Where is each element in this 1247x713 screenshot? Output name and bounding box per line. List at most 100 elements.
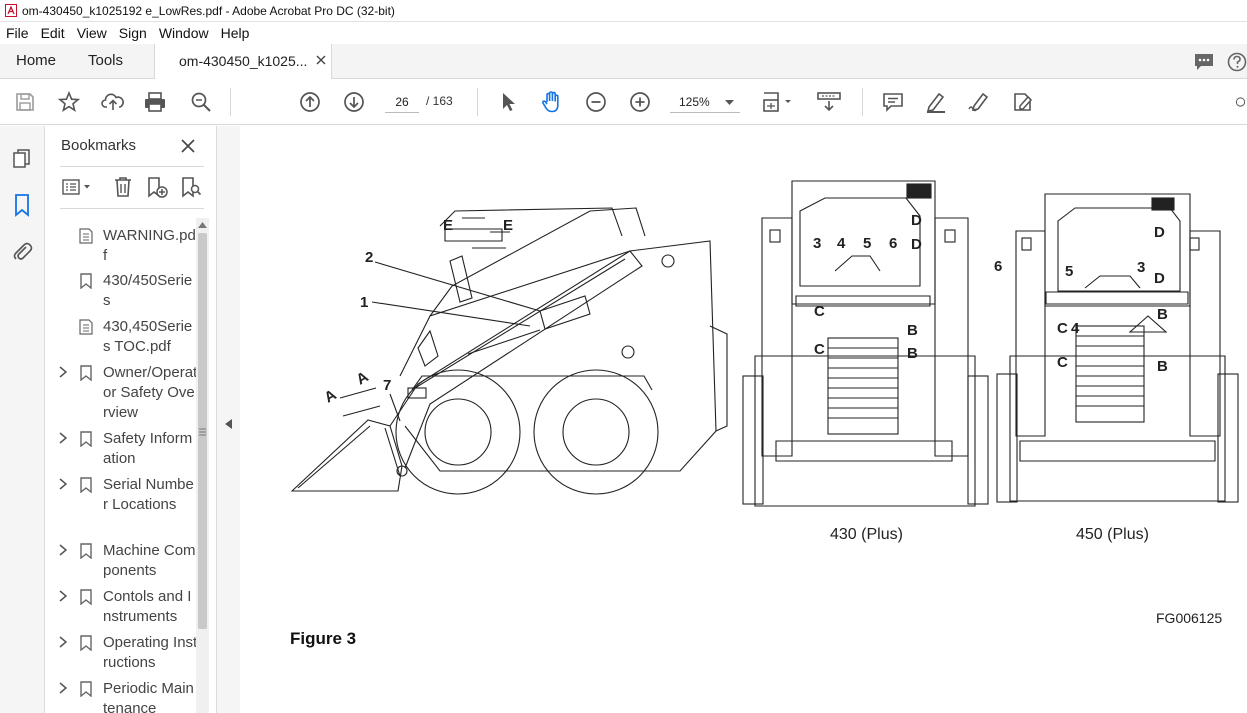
- bookmark-icon: [80, 477, 92, 493]
- menu-sign[interactable]: Sign: [113, 22, 153, 44]
- highlight-pen-icon[interactable]: [924, 90, 948, 114]
- page-bookmark-icon: [79, 228, 93, 244]
- bookmarks-title: Bookmarks: [61, 137, 137, 154]
- next-page-icon[interactable]: [342, 90, 366, 114]
- window-title: om-430450_k1025192 e_LowRes.pdf - Adobe …: [22, 3, 395, 18]
- bookmark-item-controls[interactable]: Contols and Instruments: [46, 587, 196, 629]
- bookmark-item-toc[interactable]: 430,450Series TOC.pdf: [46, 317, 196, 359]
- acrobat-icon: [4, 4, 18, 18]
- callout-b-upper: B: [907, 322, 918, 339]
- more-tools-icon[interactable]: [1234, 90, 1247, 114]
- zoom-in-icon[interactable]: [628, 90, 652, 114]
- caption-430: 430 (Plus): [830, 526, 903, 543]
- draw-signature-icon[interactable]: [967, 90, 991, 114]
- help-icon[interactable]: [1226, 52, 1247, 72]
- bookmark-item-serial-number[interactable]: Serial Number Locations: [46, 475, 196, 537]
- bookmark-icon: [80, 543, 92, 559]
- comment-bubble-icon[interactable]: [1193, 52, 1215, 72]
- menu-bar: File Edit View Sign Window Help: [0, 22, 1247, 44]
- star-icon[interactable]: [57, 90, 81, 114]
- previous-page-icon[interactable]: [298, 90, 322, 114]
- tab-tools[interactable]: Tools: [88, 44, 123, 78]
- select-cursor-icon[interactable]: [496, 90, 520, 114]
- page-fit-icon[interactable]: [760, 90, 796, 114]
- chevron-right-icon[interactable]: [58, 544, 68, 556]
- chevron-right-icon[interactable]: [58, 590, 68, 602]
- scrolling-mode-icon[interactable]: [816, 90, 842, 114]
- collapse-panel-arrow-icon[interactable]: [225, 419, 232, 429]
- callout-b-lower: B: [1157, 358, 1168, 375]
- delete-trash-icon[interactable]: [112, 176, 134, 198]
- zoom-search-icon[interactable]: [189, 90, 213, 114]
- callout-d-upper: D: [911, 212, 922, 229]
- bookmark-icon: [80, 681, 92, 697]
- document-viewport[interactable]: 2 1 7 A A E E 3 4 5 6 D D C C B B 430 (P…: [240, 126, 1247, 713]
- comment-icon[interactable]: [881, 90, 905, 114]
- hand-tool-icon[interactable]: [540, 90, 564, 114]
- find-bookmark-icon[interactable]: [180, 176, 202, 198]
- page-bookmark-icon: [79, 319, 93, 335]
- figure-3-drawing: 2 1 7 A A E E 3 4 5 6 D D C C B B 430 (P…: [290, 180, 1239, 648]
- callout-b-lower: B: [907, 345, 918, 362]
- bookmarks-scrollbar[interactable]: [196, 218, 209, 713]
- bookmarks-panel-icon[interactable]: [10, 193, 34, 217]
- bookmark-item-warning[interactable]: WARNING.pdf: [46, 226, 196, 268]
- bookmark-label: 430/450Series: [103, 272, 193, 309]
- bookmark-list: WARNING.pdf 430/450Series 430,450Series …: [46, 218, 196, 713]
- page-thumbnails-icon[interactable]: [10, 147, 34, 171]
- bookmark-item-series[interactable]: 430/450Series: [46, 271, 196, 313]
- scroll-up-icon[interactable]: [198, 221, 207, 229]
- menu-window[interactable]: Window: [153, 22, 215, 44]
- fill-sign-icon[interactable]: [1011, 90, 1035, 114]
- tab-home[interactable]: Home: [16, 44, 56, 78]
- callout-e-right: E: [503, 217, 513, 234]
- chevron-right-icon[interactable]: [58, 682, 68, 694]
- new-bookmark-icon[interactable]: [146, 176, 168, 198]
- bookmark-label: Contols and Instruments: [103, 588, 192, 625]
- chevron-right-icon[interactable]: [58, 366, 68, 378]
- bookmark-item-operating[interactable]: Operating Instructions: [46, 633, 196, 675]
- attachments-paperclip-icon[interactable]: [10, 239, 34, 263]
- bookmark-label: Owner/Operator Safety Overview: [103, 364, 196, 421]
- rear-view-430: [742, 180, 989, 507]
- menu-edit[interactable]: Edit: [35, 22, 71, 44]
- close-panel-icon[interactable]: [180, 138, 196, 154]
- chevron-right-icon[interactable]: [58, 636, 68, 648]
- zoom-dropdown[interactable]: 125%: [670, 91, 740, 113]
- bookmark-icon: [80, 273, 92, 289]
- menu-view[interactable]: View: [71, 22, 113, 44]
- options-list-icon[interactable]: [60, 176, 96, 198]
- page-total: / 163: [426, 94, 453, 108]
- navigation-rail: [0, 126, 45, 713]
- callout-d-lower: D: [1154, 270, 1165, 287]
- save-icon[interactable]: [13, 90, 37, 114]
- bookmark-item-machine-components[interactable]: Machine Components: [46, 541, 196, 583]
- close-tab-icon[interactable]: [315, 54, 327, 66]
- bookmark-item-owner-operator[interactable]: Owner/Operator Safety Overview: [46, 363, 196, 425]
- print-icon[interactable]: [143, 90, 167, 114]
- callout-c-lower: C: [814, 341, 825, 358]
- callout-5: 5: [863, 235, 871, 252]
- bookmark-label: Serial Number Locations: [103, 476, 194, 513]
- callout-4: 4: [1071, 320, 1080, 337]
- chevron-right-icon[interactable]: [58, 478, 68, 490]
- bookmark-item-safety[interactable]: Safety Information: [46, 429, 196, 471]
- callout-e-left: E: [443, 217, 453, 234]
- callout-4: 4: [837, 235, 846, 252]
- bookmark-label: 430,450Series TOC.pdf: [103, 318, 193, 355]
- main-toolbar: / 163 125%: [0, 79, 1247, 125]
- bookmark-icon: [80, 589, 92, 605]
- callout-6: 6: [889, 235, 897, 252]
- menu-file[interactable]: File: [0, 22, 35, 44]
- panel-splitter[interactable]: [216, 126, 240, 713]
- upload-cloud-icon[interactable]: [101, 90, 125, 114]
- figure-label: Figure 3: [290, 629, 356, 648]
- bookmark-label: Machine Components: [103, 542, 196, 579]
- tab-document[interactable]: om-430450_k1025...: [154, 44, 332, 79]
- chevron-right-icon[interactable]: [58, 432, 68, 444]
- callout-a-upper: A: [354, 368, 372, 388]
- page-number-input[interactable]: [385, 91, 419, 113]
- menu-help[interactable]: Help: [215, 22, 256, 44]
- zoom-out-icon[interactable]: [584, 90, 608, 114]
- bookmark-item-periodic-maintenance[interactable]: Periodic Maintenance: [46, 679, 196, 713]
